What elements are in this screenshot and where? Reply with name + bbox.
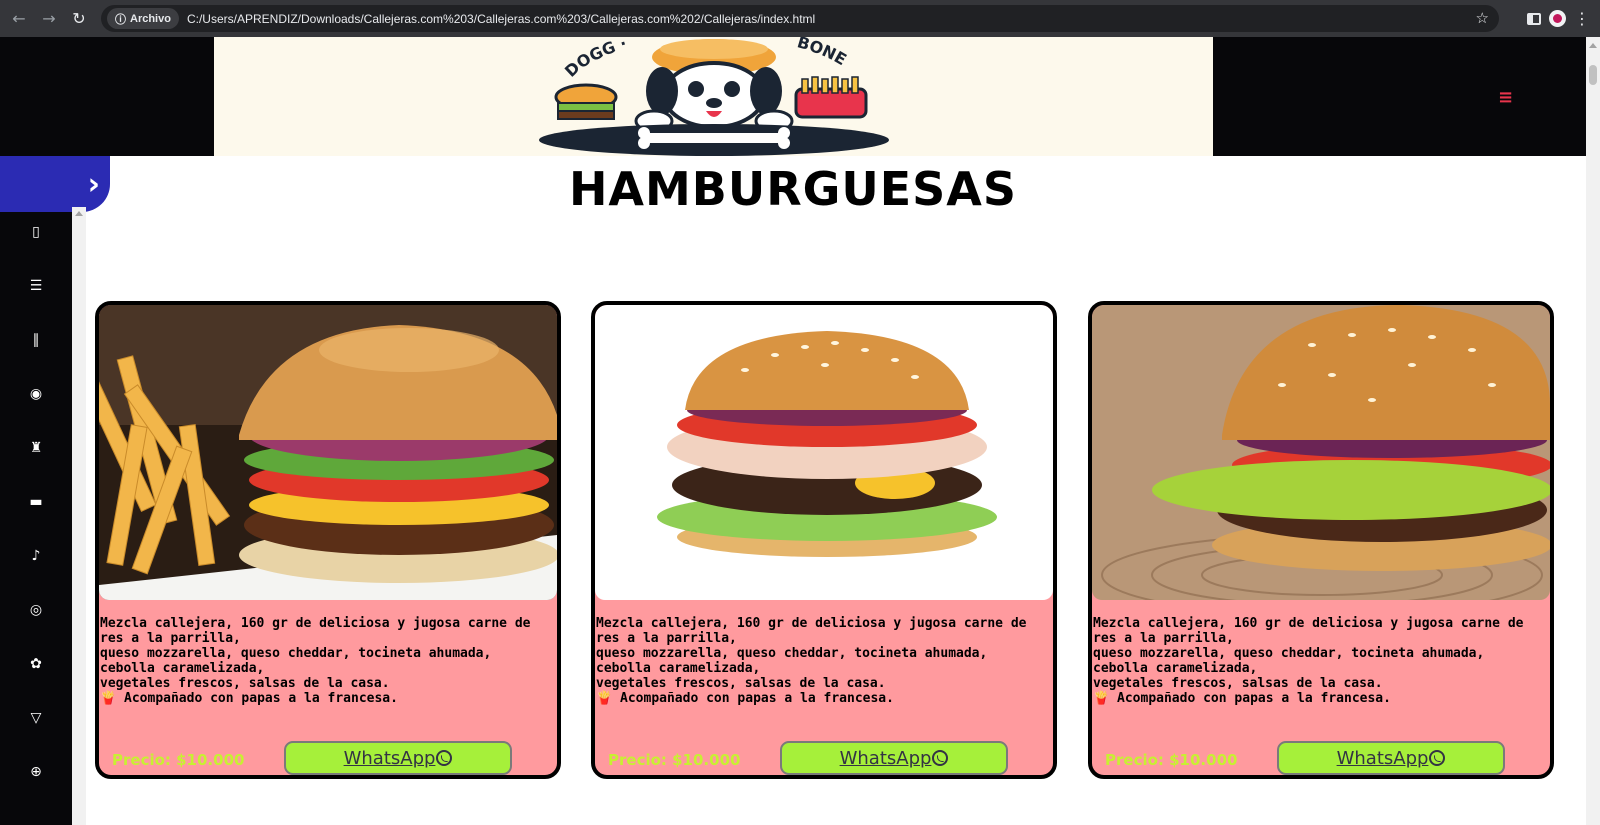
sandwich-icon[interactable]: ▬ [26, 492, 46, 512]
page-title: HAMBURGUESAS [568, 162, 1018, 216]
whatsapp-icon [932, 750, 949, 766]
whatsapp-order-button[interactable]: WhatsApp [780, 741, 1008, 775]
whatsapp-order-button[interactable]: WhatsApp [1277, 741, 1505, 775]
forward-arrow-icon[interactable]: → [34, 4, 64, 34]
svg-text:BONE: BONE [795, 37, 850, 69]
product-description: Mezcla callejera, 160 gr de deliciosa y … [596, 616, 1046, 706]
product-price: Precio: $10.000 [1105, 751, 1238, 769]
whatsapp-icon [1429, 750, 1446, 766]
product-description: Mezcla callejera, 160 gr de deliciosa y … [1093, 616, 1543, 706]
dogg-bone-logo[interactable]: DOGG · BONE [534, 37, 894, 156]
description-line: queso mozzarella, queso cheddar, tocinet… [596, 646, 988, 676]
scroll-up-arrow-icon[interactable] [1589, 43, 1597, 48]
description-line: vegetales frescos, salsas de la casa. [1093, 676, 1383, 691]
description-line: queso mozzarella, queso cheddar, tocinet… [100, 646, 492, 676]
donut-icon[interactable]: ◎ [26, 600, 46, 620]
category-sidebar: › ▯ ☰ ∥ ◉ ♜ ▬ ♪ ◎ ✿ ▽ ⊕ [0, 156, 110, 825]
whatsapp-button-label: WhatsApp [343, 747, 436, 769]
burger-image [595, 305, 1053, 600]
site-chip-label: Archivo [130, 12, 171, 25]
salad-icon[interactable]: ✿ [26, 654, 46, 674]
menu-book-icon[interactable]: ▯ [26, 222, 46, 242]
svg-text:DOGG ·: DOGG · [560, 37, 628, 81]
logo-banner: DOGG · BONE [214, 37, 1213, 156]
fries-icon[interactable]: ♜ [26, 438, 46, 458]
description-line: Mezcla callejera, 160 gr de deliciosa y … [1093, 616, 1524, 646]
hamburger-menu-icon[interactable]: ≡ [1498, 87, 1513, 108]
burger-image [1092, 305, 1550, 600]
bookmark-star-icon[interactable]: ☆ [1476, 9, 1489, 27]
url-text[interactable]: C:/Users/APRENDIZ/Downloads/Callejeras.c… [187, 12, 815, 26]
page-scrollbar[interactable] [1586, 37, 1600, 825]
content-scrollbar[interactable] [72, 207, 86, 825]
whatsapp-order-button[interactable]: WhatsApp [284, 741, 512, 775]
profile-avatar[interactable] [1549, 10, 1566, 27]
scroll-thumb[interactable] [1589, 65, 1597, 85]
drink-icon[interactable]: ▽ [26, 708, 46, 728]
description-line: Mezcla callejera, 160 gr de deliciosa y … [100, 616, 531, 646]
browser-toolbar: ← → ↻ ⓘ Archivo C:/Users/APRENDIZ/Downlo… [0, 0, 1600, 37]
whatsapp-button-label: WhatsApp [839, 747, 932, 769]
whatsapp-button-label: WhatsApp [1336, 747, 1429, 769]
back-arrow-icon[interactable]: ← [4, 4, 34, 34]
description-line: 🍟 Acompañado con papas a la francesa. [1093, 691, 1391, 706]
info-icon: ⓘ [115, 13, 126, 26]
plus-circle-icon[interactable]: ⊕ [26, 762, 46, 782]
address-bar[interactable]: ⓘ Archivo C:/Users/APRENDIZ/Downloads/Ca… [101, 5, 1499, 32]
site-info-chip[interactable]: ⓘ Archivo [107, 8, 179, 29]
whatsapp-icon [436, 750, 453, 766]
hotdog-icon[interactable]: ∥ [26, 330, 46, 350]
page-viewport: DOGG · BONE ≡ › ▯ ☰ ∥ ◉ ♜ ▬ ♪ ◎ ✿ ▽ ⊕ HA… [0, 37, 1586, 825]
product-card: Mezcla callejera, 160 gr de deliciosa y … [95, 301, 561, 779]
burger-icon[interactable]: ☰ [26, 276, 46, 296]
description-line: queso mozzarella, queso cheddar, tocinet… [1093, 646, 1485, 676]
description-line: 🍟 Acompañado con papas a la francesa. [596, 691, 894, 706]
reload-icon[interactable]: ↻ [64, 4, 94, 34]
product-card: Mezcla callejera, 160 gr de deliciosa y … [591, 301, 1057, 779]
description-line: vegetales frescos, salsas de la casa. [100, 676, 390, 691]
pizza-icon[interactable]: ◉ [26, 384, 46, 404]
product-price: Precio: $10.000 [112, 751, 245, 769]
product-price: Precio: $10.000 [608, 751, 741, 769]
side-panel-icon[interactable] [1527, 12, 1541, 25]
product-card: Mezcla callejera, 160 gr de deliciosa y … [1088, 301, 1554, 779]
kebab-menu-icon[interactable]: ⋮ [1574, 10, 1590, 27]
description-line: 🍟 Acompañado con papas a la francesa. [100, 691, 398, 706]
description-line: Mezcla callejera, 160 gr de deliciosa y … [596, 616, 1027, 646]
product-description: Mezcla callejera, 160 gr de deliciosa y … [100, 616, 550, 706]
site-header: DOGG · BONE ≡ [0, 37, 1586, 156]
burger-image [99, 305, 557, 600]
description-line: vegetales frescos, salsas de la casa. [596, 676, 886, 691]
drumstick-icon[interactable]: ♪ [26, 546, 46, 566]
